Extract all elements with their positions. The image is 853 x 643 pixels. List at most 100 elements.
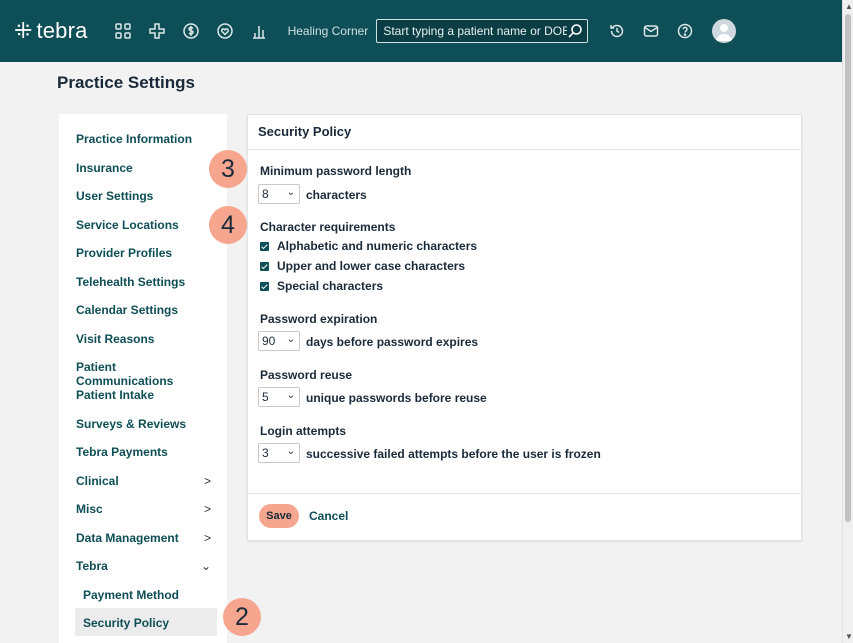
sidebar-item-label: Provider Profiles	[76, 246, 173, 260]
sidebar-item-label: Telehealth Settings	[76, 275, 186, 289]
sidebar-item-label: Misc	[76, 502, 103, 516]
top-nav-bar: ⁜ tebra Healing Corner	[0, 0, 842, 62]
practice-name[interactable]: Healing Corner	[288, 24, 369, 38]
min-password-length-select[interactable]: 8 ⌄	[258, 184, 300, 204]
user-avatar[interactable]	[712, 19, 737, 43]
sidebar-item-surveys-reviews[interactable]: Surveys & Reviews	[76, 417, 211, 431]
sidebar-item-visit-reasons[interactable]: Visit Reasons	[76, 332, 211, 346]
sidebar-item-label: Tebra Payments	[76, 445, 168, 459]
sidebar-item-data-management[interactable]: Data Management >	[76, 531, 211, 545]
sidebar-item-label: Patient Communications	[76, 360, 174, 388]
page-title: Practice Settings	[57, 73, 195, 92]
sidebar-item-label: Visit Reasons	[76, 332, 155, 346]
panel-divider	[248, 493, 801, 494]
password-reuse-suffix: unique passwords before reuse	[306, 391, 487, 405]
select-value: 3	[262, 446, 269, 460]
step-marker-4: 4	[209, 206, 247, 244]
select-value: 8	[262, 187, 269, 201]
patient-search-input[interactable]	[383, 24, 568, 38]
login-attempts-select[interactable]: 3 ⌄	[258, 443, 300, 463]
chevron-down-icon: ⌄	[200, 559, 211, 573]
checkbox-checked-icon[interactable]	[260, 281, 269, 291]
patient-heart-icon[interactable]	[208, 14, 242, 48]
password-reuse-label: Password reuse	[260, 368, 353, 382]
sidebar-item-insurance[interactable]: Insurance	[76, 161, 211, 175]
sidebar-item-label: Insurance	[76, 161, 133, 175]
sidebar-item-clinical[interactable]: Clinical >	[76, 474, 211, 488]
sidebar-subitem-payment-method[interactable]: Payment Method	[83, 588, 179, 602]
sidebar-item-patient-intake[interactable]: Patient Intake	[76, 388, 211, 402]
min-password-length-label: Minimum password length	[260, 164, 412, 178]
chevron-down-icon: ⌄	[286, 446, 295, 457]
password-expiration-select[interactable]: 90 ⌄	[258, 331, 300, 351]
password-reuse-select[interactable]: 5 ⌄	[258, 387, 300, 407]
login-attempts-suffix: successive failed attempts before the us…	[306, 447, 601, 461]
checkbox-checked-icon[interactable]	[260, 241, 269, 251]
character-requirements-label: Character requirements	[260, 220, 396, 234]
scroll-up-arrow-icon[interactable]: ▲	[845, 2, 853, 11]
chevron-right-icon: >	[203, 502, 211, 516]
panel-title: Security Policy	[248, 115, 801, 150]
sidebar-item-user-settings[interactable]: User Settings	[76, 189, 211, 203]
chevron-down-icon: ⌄	[286, 187, 295, 198]
sidebar-item-label: Clinical	[76, 474, 119, 488]
sidebar-item-patient-communications[interactable]: Patient Communications	[76, 360, 211, 388]
save-button[interactable]: Save	[259, 504, 299, 528]
sidebar-item-label: User Settings	[76, 189, 154, 203]
step-marker-2: 2	[223, 598, 261, 636]
step-marker-3: 3	[209, 150, 247, 188]
dashboard-grid-icon[interactable]	[106, 14, 140, 48]
checkbox-alphanumeric[interactable]: Alphabetic and numeric characters	[260, 239, 477, 253]
settings-sidebar: Practice Information Insurance User Sett…	[59, 114, 227, 643]
clinical-cross-icon[interactable]	[140, 14, 174, 48]
select-value: 5	[262, 390, 269, 404]
scroll-thumb[interactable]	[845, 14, 851, 522]
checkbox-label: Special characters	[277, 279, 384, 293]
sidebar-item-label: Practice Information	[76, 132, 193, 146]
sidebar-subitem-security-policy[interactable]: Security Policy	[83, 616, 169, 630]
checkbox-special-characters[interactable]: Special characters	[260, 279, 383, 293]
chevron-right-icon: >	[203, 531, 211, 545]
patient-search-box[interactable]	[376, 19, 589, 43]
security-policy-panel: Security Policy Minimum password length …	[247, 114, 802, 541]
chevron-down-icon: ⌄	[286, 390, 295, 401]
cancel-button[interactable]: Cancel	[309, 509, 348, 523]
sidebar-item-provider-profiles[interactable]: Provider Profiles	[76, 246, 211, 260]
checkbox-label: Alphabetic and numeric characters	[277, 239, 478, 253]
min-password-length-suffix: characters	[306, 188, 367, 202]
chevron-down-icon: ⌄	[286, 334, 295, 345]
password-expiration-suffix: days before password expires	[306, 335, 479, 349]
sidebar-item-calendar-settings[interactable]: Calendar Settings	[76, 303, 211, 317]
user-avatar-icon	[716, 24, 733, 41]
tebra-logo-icon: ⁜	[14, 18, 33, 43]
search-icon[interactable]	[567, 23, 583, 39]
tebra-logo[interactable]: ⁜ tebra	[14, 18, 88, 44]
sidebar-item-tebra-payments[interactable]: Tebra Payments	[76, 445, 211, 459]
password-expiration-label: Password expiration	[260, 312, 378, 326]
sidebar-item-label: Service Locations	[76, 218, 179, 232]
checkbox-checked-icon[interactable]	[260, 261, 269, 271]
mail-icon[interactable]	[634, 14, 668, 48]
history-icon[interactable]	[600, 14, 634, 48]
login-attempts-label: Login attempts	[260, 424, 346, 438]
sidebar-item-practice-information[interactable]: Practice Information	[76, 132, 211, 146]
sidebar-item-label: Tebra	[76, 559, 108, 573]
help-icon[interactable]	[668, 14, 702, 48]
sidebar-item-label: Patient Intake	[76, 388, 155, 402]
chevron-right-icon: >	[203, 474, 211, 488]
sidebar-item-telehealth-settings[interactable]: Telehealth Settings	[76, 275, 211, 289]
sidebar-item-service-locations[interactable]: Service Locations	[76, 218, 211, 232]
sidebar-item-misc[interactable]: Misc >	[76, 502, 211, 516]
sidebar-item-label: Data Management	[76, 531, 179, 545]
scroll-down-arrow-icon[interactable]: ▼	[845, 632, 853, 641]
billing-dollar-icon[interactable]	[174, 14, 208, 48]
checkbox-upper-lower-case[interactable]: Upper and lower case characters	[260, 259, 465, 273]
sidebar-item-label: Calendar Settings	[76, 303, 179, 317]
sidebar-item-tebra[interactable]: Tebra ⌄	[76, 559, 211, 573]
page-scrollbar[interactable]: ▲ ▼	[842, 0, 853, 643]
checkbox-label: Upper and lower case characters	[277, 259, 466, 273]
logo-text: tebra	[36, 18, 88, 43]
sidebar-item-label: Surveys & Reviews	[76, 417, 187, 431]
select-value: 90	[262, 334, 276, 348]
reports-chart-icon[interactable]	[242, 14, 276, 48]
